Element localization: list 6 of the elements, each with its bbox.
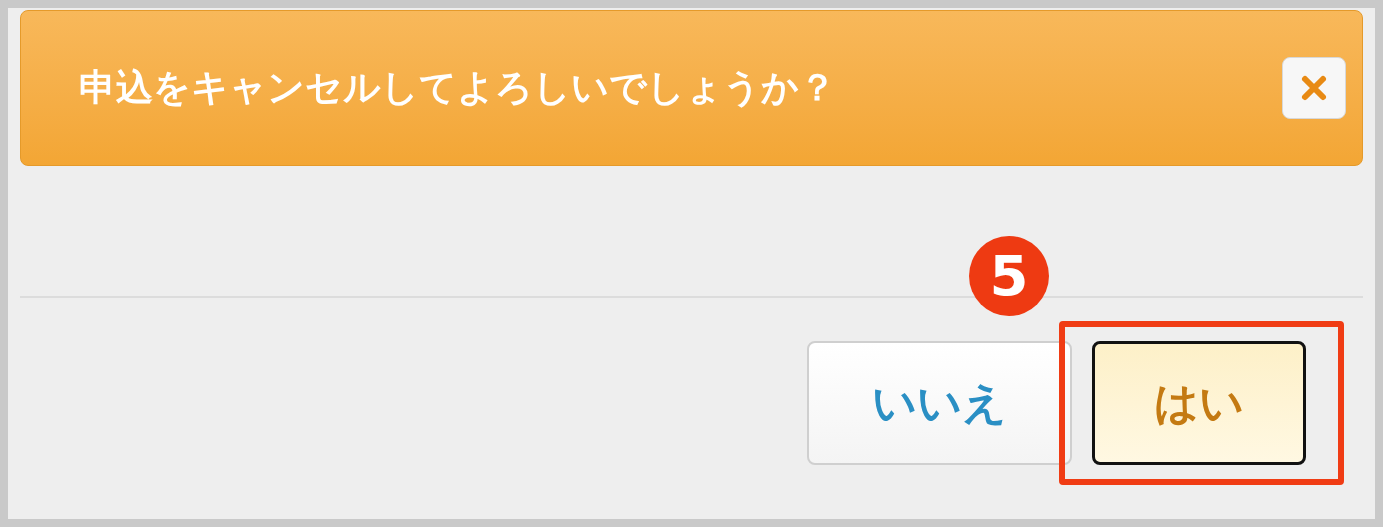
step-badge: 5	[969, 236, 1049, 316]
dialog-button[interactable]: いいえ	[807, 341, 1072, 465]
dialog-button[interactable]: はい	[1092, 341, 1306, 465]
close-button[interactable]	[1282, 57, 1346, 119]
close-icon	[1300, 74, 1328, 102]
dialog-title: 申込をキャンセルしてよろしいでしょうか？	[79, 65, 836, 112]
